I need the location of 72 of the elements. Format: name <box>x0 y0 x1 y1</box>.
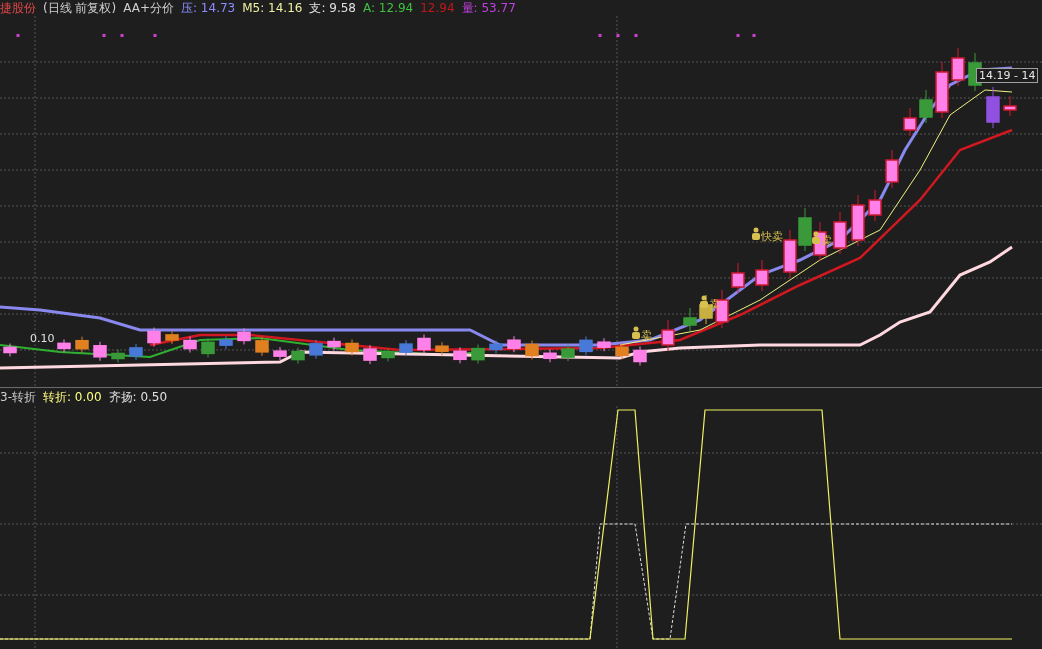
candlestick <box>885 149 899 189</box>
candlestick <box>1003 95 1017 117</box>
indicator-value: M5: 14.16 <box>242 1 303 15</box>
signal-label: 卖 <box>821 234 832 247</box>
candlestick <box>57 338 71 353</box>
candlestick <box>683 307 697 332</box>
candlestick <box>75 336 89 354</box>
candlestick <box>291 347 305 365</box>
candlestick <box>851 194 865 247</box>
candlestick <box>453 346 467 364</box>
stock-name: 捷股份 <box>0 0 36 17</box>
indicator-value: 齐扬: 0.50 <box>108 389 168 406</box>
candlestick <box>327 337 341 352</box>
candlestick <box>201 337 215 358</box>
candlestick <box>525 340 539 360</box>
person-icon <box>812 231 820 244</box>
candlestick <box>935 61 949 119</box>
candlestick <box>345 339 359 356</box>
candlestick <box>798 207 812 252</box>
candlestick <box>3 343 17 357</box>
candlestick <box>399 339 413 357</box>
candlestick <box>633 346 647 366</box>
candlestick <box>435 341 449 356</box>
candlestick <box>219 335 233 350</box>
period-label: (日线 前复权) <box>43 0 117 17</box>
candlestick <box>755 259 769 292</box>
candlestick <box>951 47 965 87</box>
signal-label: 卖 <box>641 329 652 342</box>
candlestick <box>471 344 485 365</box>
candlestick <box>833 211 847 255</box>
candlestick <box>93 341 107 362</box>
signal-label: 快卖 <box>761 230 783 243</box>
candlestick <box>363 344 377 365</box>
candlestick <box>561 344 575 362</box>
candlestick <box>579 335 593 356</box>
candlestick <box>489 339 503 354</box>
candlestick <box>165 330 179 345</box>
indicator-name: AA+分价 <box>123 0 174 17</box>
person-icon <box>632 326 640 339</box>
person-icon <box>700 295 708 308</box>
candlestick <box>255 336 269 357</box>
indicator-value: 压: 14.73 <box>181 0 236 17</box>
candlestick <box>783 229 797 279</box>
price-label: 14.19 - 14 <box>976 68 1039 83</box>
candlestick <box>507 335 521 353</box>
candlestick <box>273 346 287 361</box>
candlestick <box>543 348 557 363</box>
indicator-value: 12.94 <box>420 1 455 15</box>
candlestick <box>111 349 125 363</box>
candlestick <box>903 107 917 137</box>
indicator-value: 支: 9.58 <box>309 0 356 17</box>
candlestick <box>868 189 882 222</box>
candlestick <box>661 319 675 352</box>
candlestick <box>309 339 323 360</box>
candlestick <box>731 262 745 294</box>
indicator-value: A: 12.94 <box>363 1 414 15</box>
candlestick <box>237 327 251 345</box>
indicator-value: 转折: 0.00 <box>42 389 102 406</box>
candlestick <box>129 343 143 361</box>
indicator-title: 3-转折 <box>0 389 36 406</box>
candlestick <box>183 336 197 353</box>
person-icon <box>752 227 760 240</box>
candlestick <box>597 337 611 352</box>
candlestick <box>417 334 431 354</box>
signal-label: 卖 <box>709 298 720 311</box>
candlestick <box>986 86 1000 129</box>
level-label: 0.10 <box>30 332 55 345</box>
candlestick <box>615 342 629 360</box>
indicator-value: 量: 53.77 <box>461 0 516 17</box>
candlestick <box>919 89 933 124</box>
candlestick <box>381 347 395 362</box>
candlestick <box>147 327 161 348</box>
